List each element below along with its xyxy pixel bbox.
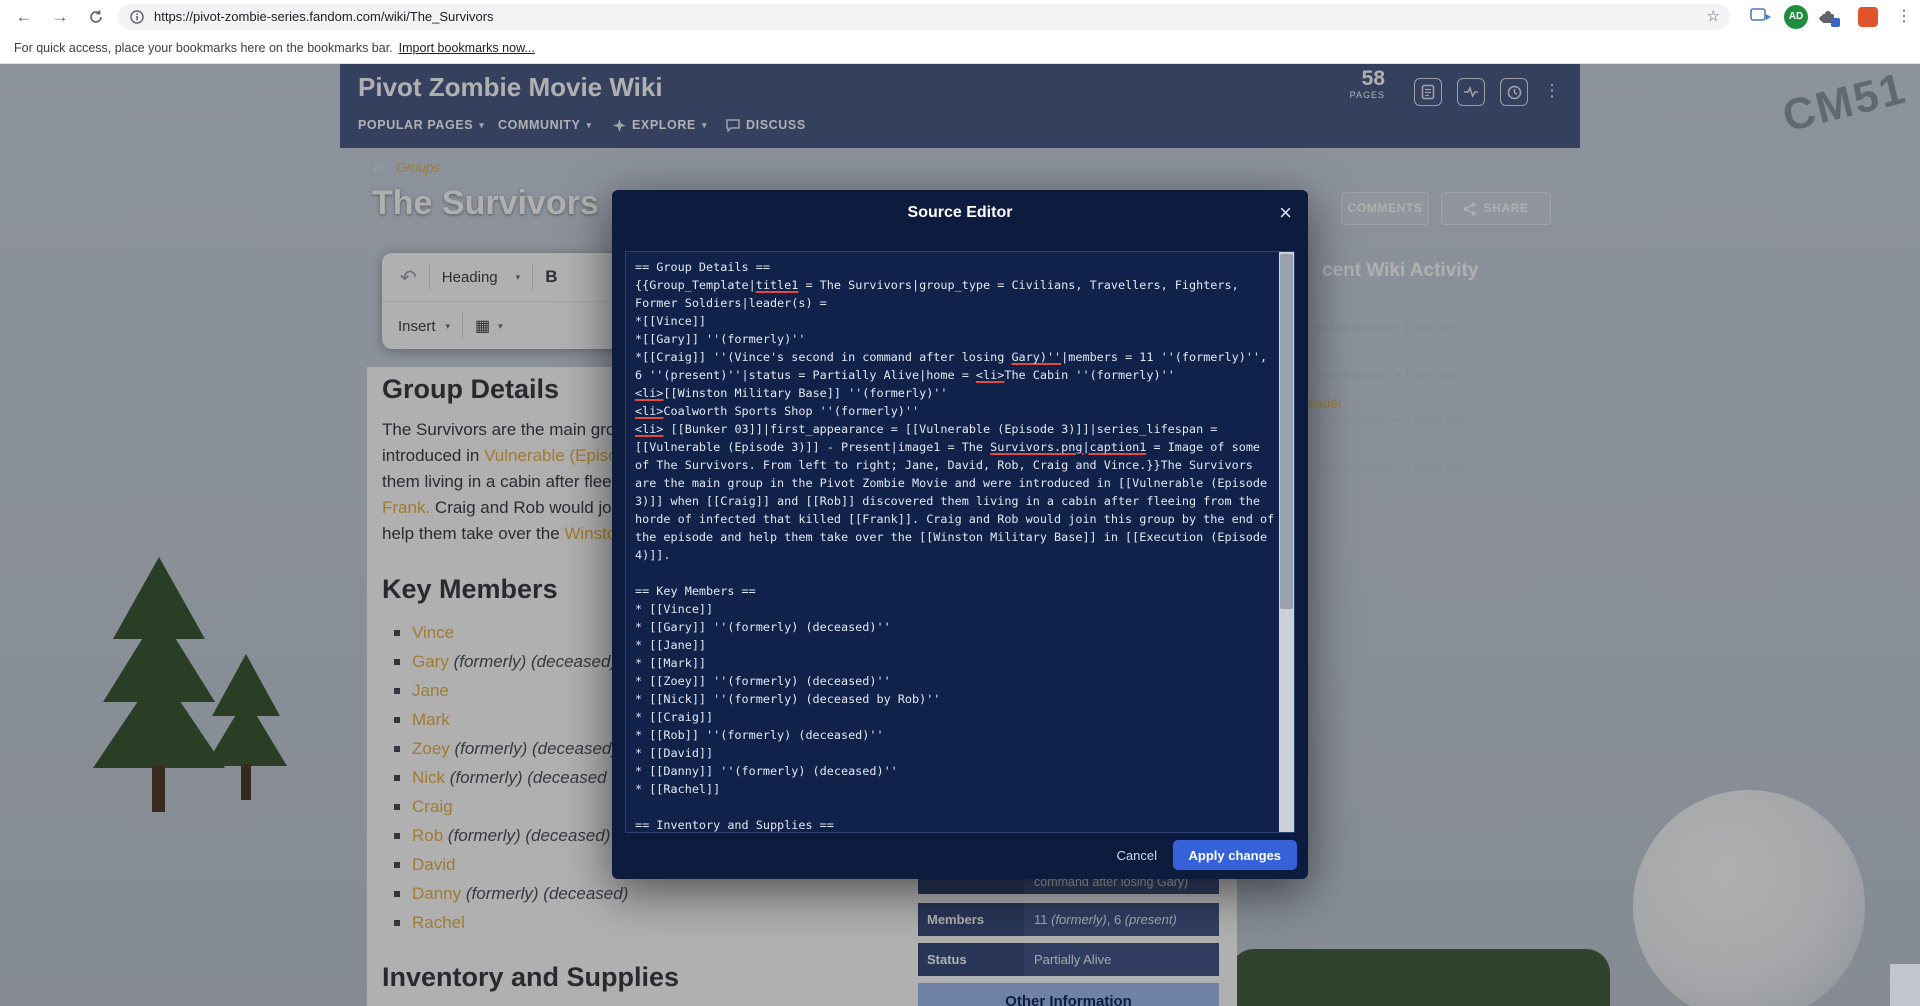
source-line: are the main group in the Pivot Zombie M… (635, 476, 1268, 490)
source-line: Former Soldiers|leader(s) = (635, 296, 827, 310)
modal-header: Source Editor × (612, 190, 1308, 236)
extensions-icon[interactable] (1818, 6, 1842, 30)
import-bookmarks-link[interactable]: Import bookmarks now... (399, 41, 535, 55)
source-line: 4)]]. (635, 548, 671, 562)
bookmark-star-icon[interactable]: ☆ (1707, 4, 1720, 30)
source-textarea[interactable]: == Group Details == {{Group_Template|titl… (625, 251, 1295, 833)
address-bar[interactable]: https://pivot-zombie-series.fandom.com/w… (118, 4, 1730, 30)
source-line: * [[David]] (635, 746, 714, 760)
source-line: {{Group_Template|title1 = The Survivors|… (635, 278, 1239, 292)
misspelled-token: <li> (635, 422, 664, 436)
source-line: * [[Gary]] ''(formerly) (deceased)'' (635, 620, 891, 634)
source-line: * [[Craig]] (635, 710, 714, 724)
source-line (635, 564, 1276, 582)
source-editor-modal: Source Editor × == Group Details == {{Gro… (612, 190, 1308, 879)
browser-toolbar: ← → https://pivot-zombie-series.fandom.c… (0, 0, 1920, 34)
modal-title: Source Editor (907, 204, 1013, 221)
misspelled-token: <li> (975, 368, 1005, 382)
source-line: <li> [[Bunker 03]]|first_appearance = [[… (635, 422, 1218, 436)
source-line: * [[Rachel]] (635, 782, 721, 796)
source-line: * [[Jane]] (635, 638, 707, 652)
source-line: * [[Danny]] ''(formerly) (deceased)'' (635, 764, 898, 778)
source-line: == Inventory and Supplies == (635, 818, 834, 832)
cancel-button[interactable]: Cancel (1107, 840, 1167, 870)
scrollbar-corner[interactable] (1890, 964, 1920, 1006)
source-line: * [[Rob]] ''(formerly) (deceased)'' (635, 728, 884, 742)
source-line: of The Survivors. From left to right; Ja… (635, 458, 1253, 472)
profile-avatar[interactable]: AD (1784, 5, 1808, 29)
source-line: == Key Members == (635, 584, 756, 598)
url-text: https://pivot-zombie-series.fandom.com/w… (154, 9, 494, 24)
misspelled-token: <li> (635, 404, 664, 418)
misspelled-token: title1 (755, 278, 799, 292)
reload-button[interactable] (82, 3, 110, 31)
site-info-icon[interactable] (130, 10, 144, 24)
back-button[interactable]: ← (10, 3, 38, 31)
source-line: 3)]] when [[Craig]] and [[Rob]] discover… (635, 494, 1261, 508)
apply-changes-button[interactable]: Apply changes (1172, 840, 1297, 870)
cast-icon[interactable] (1750, 8, 1772, 26)
source-line: horde of infected that killed [[Frank]].… (635, 512, 1275, 526)
scrollbar-thumb[interactable] (1280, 254, 1293, 609)
browser-menu-icon[interactable]: ⋮ (1896, 5, 1912, 29)
source-line: the episode and help them take over the … (635, 530, 1268, 544)
source-line: * [[Nick]] ''(formerly) (deceased by Rob… (635, 692, 941, 706)
source-line: * [[Zoey]] ''(formerly) (deceased)'' (635, 674, 891, 688)
misspelled-token: Gary)'' (1011, 350, 1062, 364)
source-line: [[Vulnerable (Episode 3)]] - Present|ima… (635, 440, 1261, 454)
extension-icon-orange[interactable] (1858, 7, 1878, 27)
bookmarks-bar: For quick access, place your bookmarks h… (0, 34, 1920, 64)
misspelled-token: Survivors.png|caption1 (990, 440, 1147, 454)
forward-button[interactable]: → (46, 3, 74, 31)
editor-scrollbar[interactable] (1279, 252, 1294, 832)
source-line: <li>[[Winston Military Base]] ''(formerl… (635, 386, 948, 400)
source-line (635, 798, 1276, 816)
source-line: *[[Gary]] ''(formerly)'' (635, 332, 806, 346)
source-text: == Group Details == {{Group_Template|titl… (635, 258, 1276, 832)
source-line: <li>Coalworth Sports Shop ''(formerly)'' (635, 404, 920, 418)
source-line: * [[Vince]] (635, 602, 714, 616)
reload-icon (90, 10, 102, 23)
source-line: * [[Mark]] (635, 656, 707, 670)
source-line: == Group Details == (635, 260, 770, 274)
screen: ← → https://pivot-zombie-series.fandom.c… (0, 0, 1920, 1006)
misspelled-token: <li> (635, 386, 664, 400)
source-line: 6 ''(present)''|status = Partially Alive… (635, 368, 1175, 382)
source-line: *[[Craig]] ''(Vince's second in command … (635, 350, 1268, 364)
source-line: *[[Vince]] (635, 314, 707, 328)
bookmarks-hint: For quick access, place your bookmarks h… (14, 41, 393, 55)
extension-badge (1831, 18, 1840, 27)
close-icon[interactable]: × (1279, 190, 1292, 236)
